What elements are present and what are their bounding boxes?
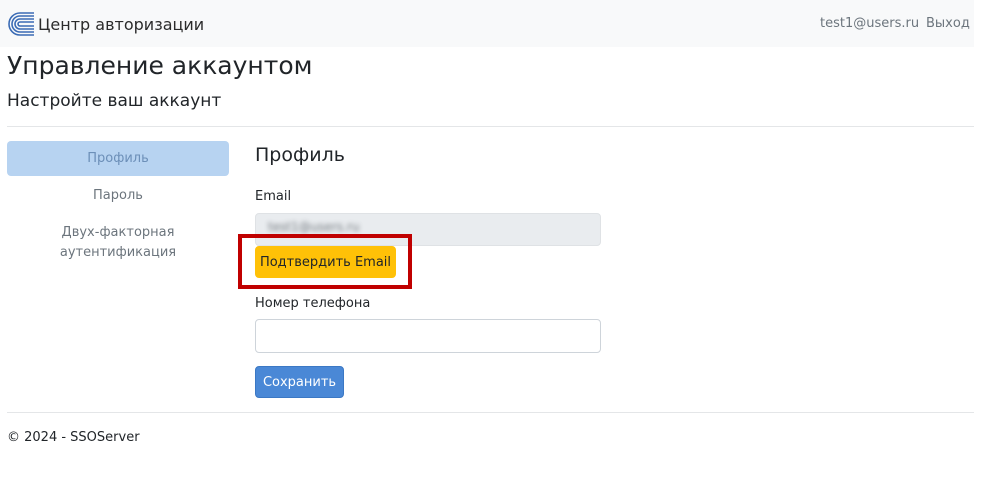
phone-label: Номер телефона [255, 296, 371, 311]
save-button[interactable]: Сохранить [255, 366, 344, 398]
sidebar-item-profile[interactable]: Профиль [7, 141, 229, 176]
account-sidebar: Профиль Пароль Двух-факторная аутентифик… [7, 141, 229, 260]
page-title: Управление аккаунтом [7, 51, 313, 80]
footer-text: © 2024 - SSOServer [7, 430, 140, 445]
phone-input[interactable] [255, 319, 601, 353]
footer-divider [7, 412, 974, 413]
header-divider [7, 126, 974, 127]
brand-link[interactable]: Центр авторизации [6, 10, 204, 38]
logout-link[interactable]: Выход [926, 16, 970, 31]
sidebar-item-two-factor[interactable]: Двух-факторная аутентификация [7, 223, 229, 263]
brand-title: Центр авторизации [38, 14, 205, 34]
confirm-email-button[interactable]: Подтвердить Email [255, 246, 396, 278]
sso-logo-icon [6, 11, 36, 37]
email-label: Email [255, 189, 292, 204]
page-subtitle: Настройте ваш аккаунт [7, 91, 222, 111]
user-email-link[interactable]: test1@users.ru [820, 16, 919, 31]
sidebar-item-password[interactable]: Пароль [7, 187, 229, 205]
section-title: Профиль [255, 144, 345, 166]
top-navbar: Центр авторизации test1@users.ru Выход [0, 0, 974, 47]
email-field-value: test1@users.ru [268, 220, 360, 234]
